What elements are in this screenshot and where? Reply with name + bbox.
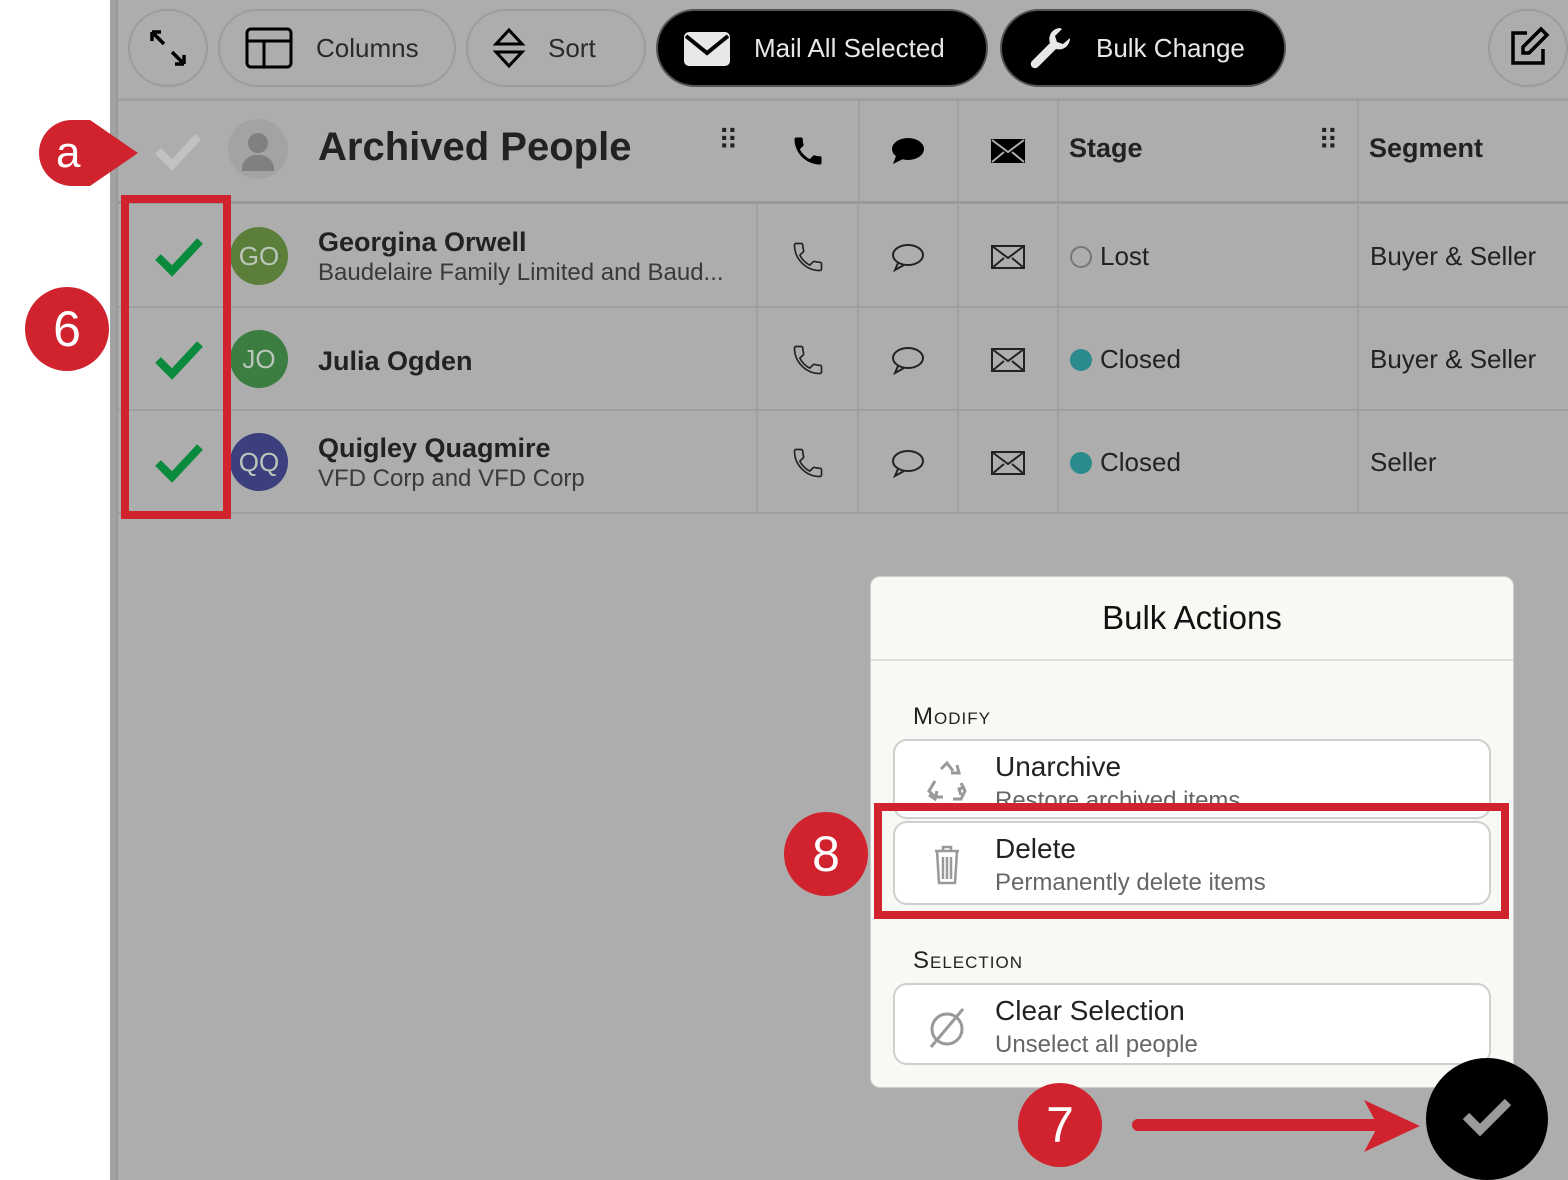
expand-icon	[150, 30, 186, 66]
segment-header[interactable]: Segment	[1369, 133, 1483, 164]
phone-column-icon[interactable]	[758, 101, 858, 201]
annotation-badge-8: 8	[784, 812, 868, 896]
person-company: Baudelaire Family Limited and Baud...	[318, 259, 724, 286]
sms-icon[interactable]	[858, 411, 958, 514]
stage-cell[interactable]: Closed	[1070, 344, 1181, 375]
table-row[interactable]: QQ Quigley Quagmire VFD Corp and VFD Cor…	[118, 411, 1568, 514]
selection-section-label: Selection	[913, 947, 1024, 974]
recycle-icon	[927, 760, 967, 802]
sort-button[interactable]: Sort	[466, 9, 646, 87]
columns-label: Columns	[316, 32, 419, 63]
person-name[interactable]: Georgina Orwell	[318, 227, 527, 258]
columns-button[interactable]: Columns	[218, 9, 456, 87]
table-header: Archived People ⠿ Stage ⠿ Segment	[118, 101, 1568, 204]
stage-status-dot	[1070, 348, 1092, 371]
table-row[interactable]: JO Julia Ogden Closed Buyer & Seller	[118, 308, 1568, 411]
avatar: JO	[230, 330, 288, 388]
drag-handle-icon[interactable]: ⠿	[718, 127, 738, 155]
stage-value: Closed	[1100, 447, 1181, 477]
person-company: VFD Corp and VFD Corp	[318, 465, 585, 492]
stage-cell[interactable]: Lost	[1070, 241, 1149, 272]
avatar: QQ	[230, 433, 288, 491]
annotation-a-label: a	[56, 128, 81, 177]
sort-label: Sort	[548, 32, 596, 63]
edit-icon	[1511, 26, 1550, 65]
person-name[interactable]: Julia Ogden	[318, 346, 473, 377]
select-all-checkbox[interactable]	[154, 131, 202, 171]
envelope-icon	[684, 32, 730, 66]
sms-icon[interactable]	[858, 308, 958, 411]
annotation-delete-highlight	[874, 803, 1509, 919]
annotation-checkbox-highlight	[121, 195, 231, 519]
stage-status-dot	[1070, 451, 1092, 474]
person-placeholder-icon	[228, 119, 288, 179]
stage-value: Closed	[1100, 344, 1181, 374]
email-icon[interactable]	[958, 411, 1058, 514]
email-icon[interactable]	[958, 308, 1058, 411]
modify-section-label: Modify	[913, 703, 991, 730]
email-column-icon[interactable]	[958, 101, 1058, 201]
drag-handle-icon[interactable]: ⠿	[1318, 127, 1338, 155]
unarchive-title: Unarchive	[995, 751, 1122, 782]
annotation-badge-6: 6	[25, 287, 109, 371]
annotation-marker-a	[39, 120, 138, 186]
phone-icon[interactable]	[758, 308, 858, 411]
expand-button[interactable]	[128, 9, 208, 87]
phone-icon[interactable]	[758, 411, 858, 514]
page-title: Archived People	[318, 125, 632, 169]
segment-value: Buyer & Seller	[1370, 241, 1537, 271]
bulk-actions-title: Bulk Actions	[1102, 599, 1282, 636]
bulk-actions-fab[interactable]	[1426, 1058, 1548, 1180]
columns-icon	[245, 27, 293, 69]
edit-button[interactable]	[1488, 9, 1568, 87]
bulk-change-button[interactable]: Bulk Change	[1000, 9, 1286, 87]
annotation-badge-7: 7	[1018, 1083, 1102, 1167]
clear-selection-title: Clear Selection	[995, 995, 1185, 1026]
clear-selection-description: Unselect all people	[995, 1031, 1198, 1058]
stage-cell[interactable]: Closed	[1070, 447, 1181, 478]
empty-set-icon	[929, 1008, 965, 1048]
segment-value: Buyer & Seller	[1370, 344, 1537, 374]
stage-value: Lost	[1100, 241, 1150, 271]
sms-column-icon[interactable]	[858, 101, 958, 201]
mail-all-selected-label: Mail All Selected	[754, 32, 945, 63]
avatar: GO	[230, 227, 288, 285]
phone-icon[interactable]	[758, 205, 858, 308]
check-icon	[1462, 1098, 1512, 1136]
bulk-change-label: Bulk Change	[1096, 32, 1245, 63]
annotation-arrow	[1132, 1100, 1420, 1152]
clear-selection-action[interactable]: Clear Selection Unselect all people	[893, 983, 1491, 1065]
person-name[interactable]: Quigley Quagmire	[318, 433, 551, 464]
table-row[interactable]: GO Georgina Orwell Baudelaire Family Lim…	[118, 205, 1568, 308]
sms-icon[interactable]	[858, 205, 958, 308]
sort-icon	[492, 27, 526, 69]
stage-header[interactable]: Stage	[1069, 133, 1143, 164]
stage-status-dot	[1070, 245, 1092, 268]
mail-all-selected-button[interactable]: Mail All Selected	[656, 9, 988, 87]
email-icon[interactable]	[958, 205, 1058, 308]
segment-value: Seller	[1370, 447, 1437, 477]
wrench-icon	[1030, 28, 1071, 69]
